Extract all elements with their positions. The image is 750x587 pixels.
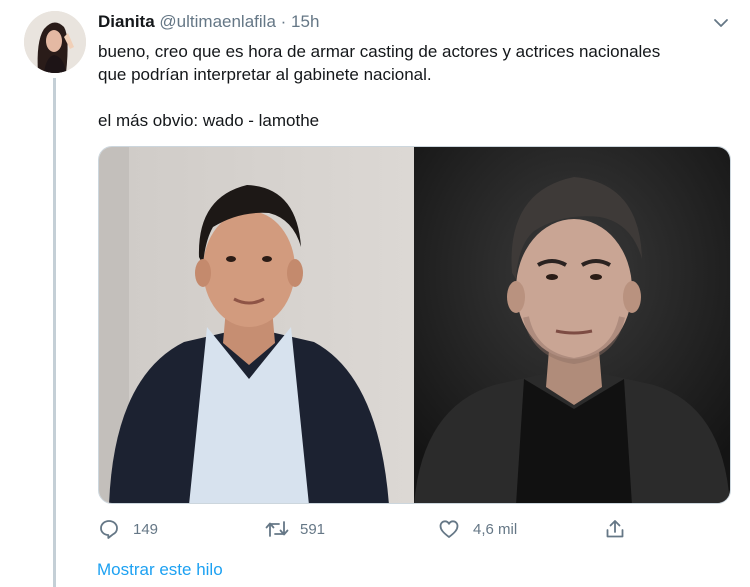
retweet-count: 591: [300, 520, 326, 538]
tweet-header: Dianita @ultimaenlafila · 15h: [98, 12, 319, 32]
photo-left[interactable]: [99, 147, 414, 503]
avatar-image: [24, 11, 86, 73]
tweet-text-line: el más obvio: wado - lamothe: [98, 111, 320, 130]
share-icon[interactable]: [604, 518, 626, 540]
heart-icon[interactable]: [438, 518, 460, 540]
share-action[interactable]: [604, 516, 626, 542]
reply-count: 149: [133, 520, 159, 538]
reply-action[interactable]: 149: [98, 516, 158, 542]
avatar[interactable]: [24, 11, 86, 73]
tweet-actions: 149 591 4,6 mil: [98, 516, 638, 542]
show-thread-link[interactable]: Mostrar este hilo: [97, 560, 223, 580]
tweet-time[interactable]: 15h: [291, 12, 319, 31]
author-name[interactable]: Dianita: [98, 12, 155, 31]
tweet-text-line: que podrían interpretar al gabinete naci…: [98, 65, 432, 84]
tweet-media[interactable]: [98, 146, 731, 504]
tweet-text-line: bueno, creo que es hora de armar casting…: [98, 42, 661, 61]
photo-right[interactable]: [414, 147, 730, 503]
retweet-icon[interactable]: [264, 518, 290, 540]
separator-dot: ·: [280, 12, 287, 31]
tweet-text: bueno, creo que es hora de armar casting…: [98, 40, 728, 132]
like-count: 4,6 mil: [473, 520, 518, 538]
thread-line: [53, 78, 56, 587]
retweet-action[interactable]: 591: [264, 516, 325, 542]
author-handle[interactable]: @ultimaenlafila: [159, 12, 275, 31]
like-action[interactable]: 4,6 mil: [438, 516, 517, 542]
reply-icon[interactable]: [98, 518, 120, 540]
chevron-down-icon[interactable]: [710, 12, 732, 34]
